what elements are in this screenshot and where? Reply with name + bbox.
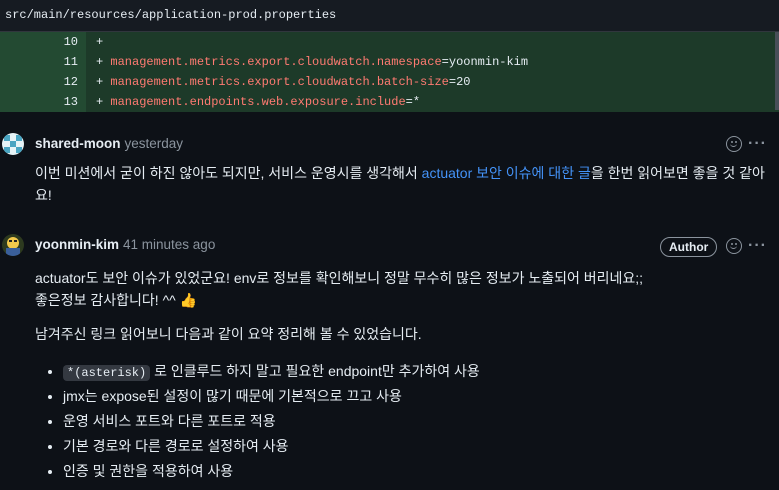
comment-paragraph: actuator도 보안 이슈가 있었군요! env로 정보를 확인해보니 정말… — [35, 267, 769, 311]
list-item: 운영 서비스 포트와 다른 포트로 적용 — [63, 410, 480, 435]
avatar[interactable] — [2, 133, 24, 155]
diff-code: + management.endpoints.web.exposure.incl… — [96, 95, 421, 109]
diff-code: + — [96, 35, 104, 49]
kebab-icon[interactable]: ··· — [748, 238, 767, 254]
line-number[interactable]: 10 — [0, 32, 86, 52]
avatar-image — [2, 234, 24, 256]
diff-line: 12 + management.metrics.export.cloudwatc… — [0, 72, 779, 92]
inline-code: *(asterisk) — [63, 365, 151, 381]
comment-body: 이번 미션에서 굳이 하진 않아도 되지만, 서비스 운영시를 생각해서 act… — [35, 165, 765, 203]
list-item: *(asterisk) 로 인클루드 하지 말고 필요한 endpoint만 추… — [63, 360, 480, 385]
identicon-avatar — [2, 133, 24, 155]
file-path-header[interactable]: src/main/resources/application-prod.prop… — [0, 0, 779, 32]
list-item: 기본 경로와 다른 경로로 설정하여 사용 — [63, 435, 480, 460]
paragraph-line: actuator도 보안 이슈가 있었군요! env로 정보를 확인해보니 정말… — [35, 270, 644, 286]
timestamp[interactable]: 41 minutes ago — [123, 237, 215, 252]
review-comment: yoonmin-kim 41 minutes ago Author ··· act… — [0, 222, 779, 490]
summary-list: *(asterisk) 로 인클루드 하지 말고 필요한 endpoint만 추… — [35, 360, 480, 485]
article-link[interactable]: actuator 보안 이슈에 대한 글 — [422, 165, 591, 181]
diff-line: 13 + management.endpoints.web.exposure.i… — [0, 92, 779, 112]
line-number[interactable]: 13 — [0, 92, 86, 112]
file-path[interactable]: src/main/resources/application-prod.prop… — [5, 8, 336, 22]
author-badge: Author — [660, 237, 718, 257]
kebab-icon[interactable]: ··· — [748, 136, 767, 152]
diff-hunk: 10 + 11 + management.metrics.export.clou… — [0, 32, 779, 112]
comment-paragraph: 남겨주신 링크 읽어보니 다음과 같이 요약 정리해 볼 수 있었습니다. — [35, 326, 422, 342]
list-item: jmx는 expose된 설정이 많기 때문에 기본적으로 끄고 사용 — [63, 385, 480, 410]
scrollbar[interactable] — [775, 32, 779, 110]
line-number[interactable]: 12 — [0, 72, 86, 92]
diff-code: + management.metrics.export.cloudwatch.b… — [96, 75, 471, 89]
smiley-icon[interactable] — [726, 238, 742, 254]
comment-header: yoonmin-kim 41 minutes ago — [35, 237, 215, 252]
paragraph-line: 좋은정보 감사합니다! ^^ 👍 — [35, 292, 198, 308]
line-number[interactable]: 11 — [0, 52, 86, 72]
author-name[interactable]: yoonmin-kim — [35, 237, 119, 252]
review-comment: shared-moon yesterday ··· 이번 미션에서 굳이 하진 않… — [0, 112, 779, 212]
list-item: 인증 및 권한을 적용하여 사용 — [63, 460, 480, 485]
smiley-icon[interactable] — [726, 136, 742, 152]
diff-line: 11 + management.metrics.export.cloudwatc… — [0, 52, 779, 72]
diff-line: 10 + — [0, 32, 779, 52]
diff-code: + management.metrics.export.cloudwatch.n… — [96, 55, 529, 69]
comment-header: shared-moon yesterday — [35, 136, 183, 151]
timestamp[interactable]: yesterday — [125, 136, 184, 151]
author-name[interactable]: shared-moon — [35, 136, 121, 151]
avatar[interactable] — [2, 234, 24, 256]
